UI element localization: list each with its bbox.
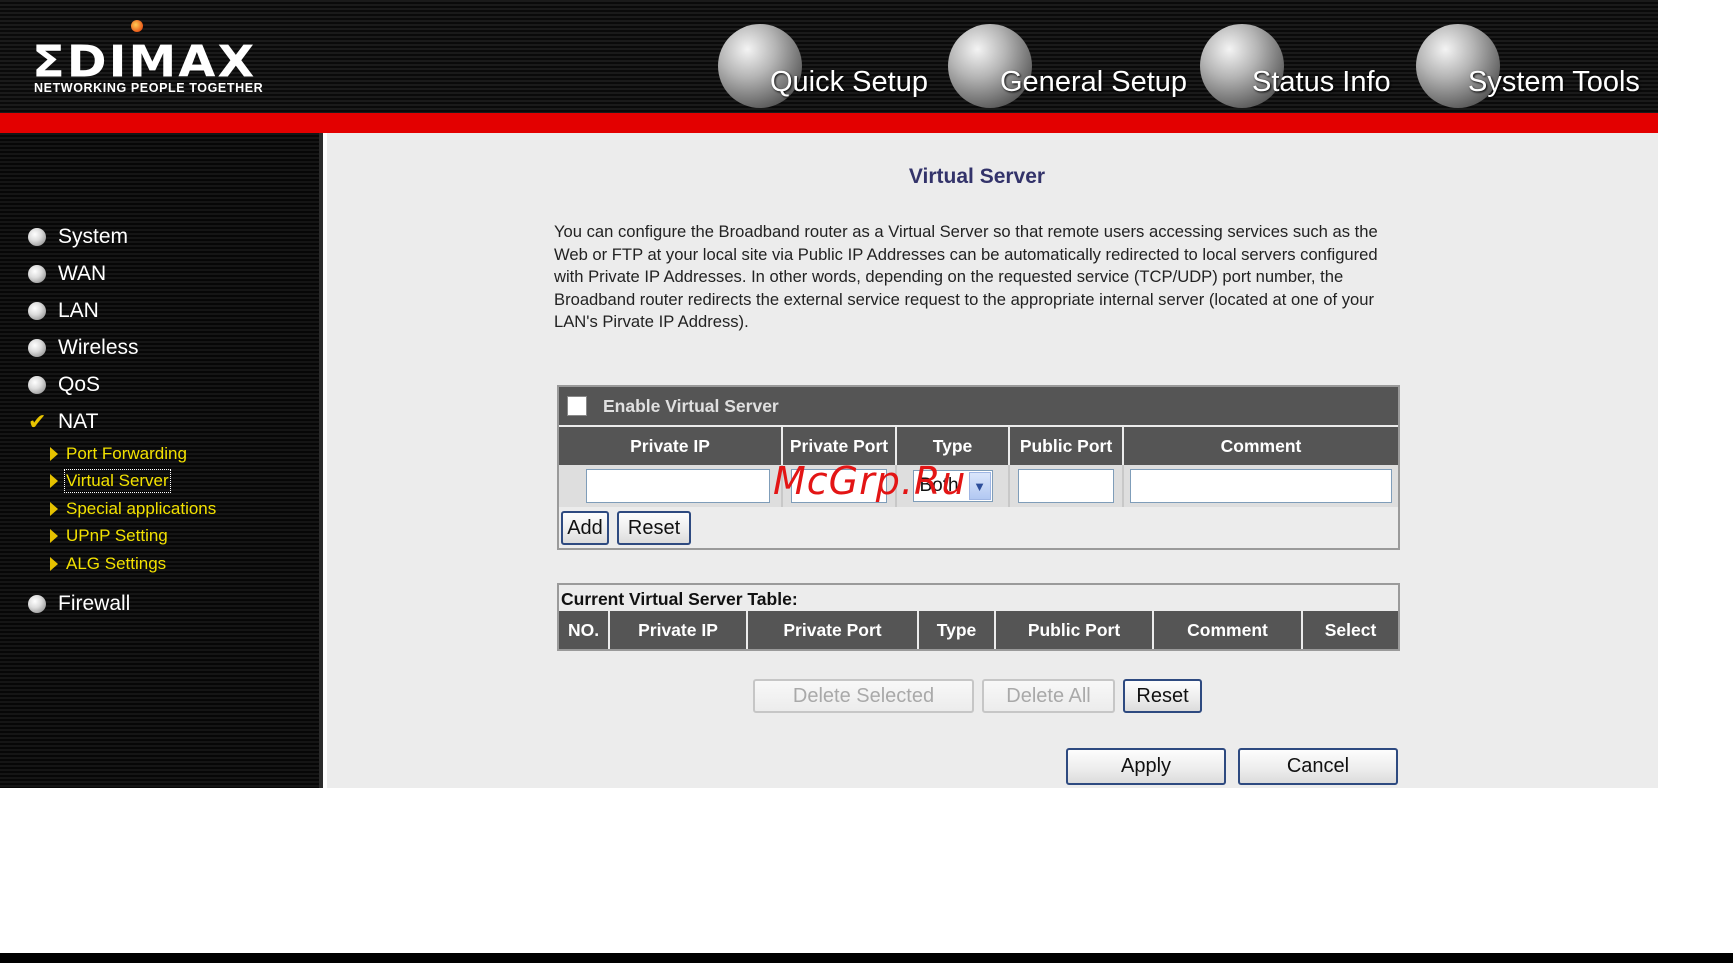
- top-nav-label: Status Info: [1252, 66, 1391, 98]
- public-port-input[interactable]: [1018, 469, 1114, 503]
- sidebar-subitem-upnp-setting[interactable]: UPnP Setting: [50, 524, 168, 548]
- sidebar-item-wireless[interactable]: Wireless: [28, 333, 139, 363]
- triangle-right-icon: [50, 474, 58, 488]
- enable-row: Enable Virtual Server: [559, 387, 1398, 425]
- table-title: Current Virtual Server Table:: [561, 589, 798, 609]
- chevron-down-icon: ▼: [968, 472, 991, 500]
- reset-form-button[interactable]: Reset: [617, 511, 691, 545]
- col-type: Type: [919, 611, 996, 649]
- table-header-row: NO. Private IP Private Port Type Public …: [559, 611, 1398, 649]
- sidebar-subitem-special-applications[interactable]: Special applications: [50, 497, 216, 521]
- apply-button[interactable]: Apply: [1066, 748, 1226, 785]
- main-content: Virtual Server You can configure the Bro…: [327, 133, 1658, 788]
- sidebar-subitem-label: ALG Settings: [66, 554, 167, 573]
- sidebar-subitem-alg-settings[interactable]: ALG Settings: [50, 552, 166, 576]
- radio-bullet-icon: [28, 302, 46, 320]
- sidebar-subitem-label: Port Forwarding: [66, 444, 187, 463]
- checkmark-icon: ✔: [28, 409, 47, 434]
- col-public-port: Public Port: [996, 611, 1154, 649]
- col-no: NO.: [559, 611, 610, 649]
- radio-bullet-icon: [28, 376, 46, 394]
- sidebar-item-nat[interactable]: ✔ NAT: [28, 407, 98, 437]
- header-banner: ΣDIMAX NETWORKING PEOPLE TOGETHER Quick …: [0, 0, 1658, 133]
- sidebar-item-label: QoS: [58, 373, 101, 396]
- top-nav-status-info[interactable]: Status Info: [1200, 18, 1400, 108]
- col-comment: Comment: [1154, 611, 1303, 649]
- col-select: Select: [1303, 611, 1398, 649]
- logo-text: ΣDIMAX: [32, 36, 257, 88]
- form-input-row: Both ▼: [559, 465, 1398, 507]
- form-header-row: Private IP Private Port Type Public Port…: [559, 427, 1398, 465]
- sidebar: System WAN LAN Wireless QoS ✔ NAT Port F…: [0, 133, 323, 788]
- header-red-bar: [0, 113, 1658, 133]
- sidebar-subitem-port-forwarding[interactable]: Port Forwarding: [50, 442, 187, 466]
- sidebar-subitem-label: Special applications: [66, 499, 217, 518]
- private-ip-input[interactable]: [586, 469, 770, 503]
- top-nav-label: System Tools: [1468, 66, 1640, 98]
- top-nav-label: Quick Setup: [770, 66, 928, 98]
- sidebar-item-wan[interactable]: WAN: [28, 259, 106, 289]
- sidebar-item-label: NAT: [58, 410, 99, 433]
- logo-tagline: NETWORKING PEOPLE TOGETHER: [34, 81, 264, 95]
- top-nav-quick-setup[interactable]: Quick Setup: [718, 18, 933, 108]
- sidebar-subitem-virtual-server[interactable]: Virtual Server: [50, 469, 171, 493]
- bottom-black-strip: [0, 953, 1733, 963]
- delete-all-button[interactable]: Delete All: [982, 679, 1115, 713]
- sidebar-subitem-label: Virtual Server: [64, 469, 171, 493]
- triangle-right-icon: [50, 529, 58, 543]
- triangle-right-icon: [50, 557, 58, 571]
- radio-bullet-icon: [28, 265, 46, 283]
- top-nav-system-tools[interactable]: System Tools: [1416, 18, 1656, 108]
- intro-paragraph: You can configure the Broadband router a…: [554, 222, 1378, 332]
- sidebar-item-label: WAN: [58, 262, 107, 285]
- col-private-port: Private Port: [748, 611, 919, 649]
- sidebar-item-label: System: [58, 225, 129, 248]
- sidebar-item-label: LAN: [58, 299, 99, 322]
- edimax-logo: ΣDIMAX NETWORKING PEOPLE TOGETHER: [32, 20, 297, 100]
- reset-table-button[interactable]: Reset: [1123, 679, 1202, 713]
- header-public-port: Public Port: [1010, 427, 1124, 465]
- sidebar-item-lan[interactable]: LAN: [28, 296, 99, 326]
- page-title: Virtual Server: [908, 165, 1046, 188]
- top-nav-general-setup[interactable]: General Setup: [948, 18, 1193, 108]
- sidebar-subitem-label: UPnP Setting: [66, 526, 168, 545]
- top-nav-label: General Setup: [1000, 66, 1188, 98]
- enable-virtual-server-label: Enable Virtual Server: [603, 395, 779, 416]
- delete-selected-button[interactable]: Delete Selected: [753, 679, 974, 713]
- triangle-right-icon: [50, 447, 58, 461]
- radio-bullet-icon: [28, 595, 46, 613]
- enable-virtual-server-checkbox[interactable]: [567, 396, 587, 416]
- sidebar-item-system[interactable]: System: [28, 222, 128, 252]
- sidebar-item-label: Wireless: [58, 336, 139, 359]
- comment-input[interactable]: [1130, 469, 1392, 503]
- header-private-ip: Private IP: [559, 427, 783, 465]
- radio-bullet-icon: [28, 339, 46, 357]
- radio-bullet-icon: [28, 228, 46, 246]
- sidebar-item-firewall[interactable]: Firewall: [28, 589, 130, 619]
- virtual-server-form: Enable Virtual Server Private IP Private…: [557, 385, 1400, 550]
- sidebar-item-qos[interactable]: QoS: [28, 370, 100, 400]
- add-button[interactable]: Add: [561, 511, 609, 545]
- sidebar-item-label: Firewall: [58, 592, 131, 615]
- header-comment: Comment: [1124, 427, 1398, 465]
- cancel-button[interactable]: Cancel: [1238, 748, 1398, 785]
- watermark-text: McGrp.Ru: [773, 459, 967, 503]
- col-private-ip: Private IP: [610, 611, 748, 649]
- logo-dot: [131, 20, 143, 32]
- triangle-right-icon: [50, 502, 58, 516]
- current-virtual-server-table: Current Virtual Server Table: NO. Privat…: [557, 583, 1400, 651]
